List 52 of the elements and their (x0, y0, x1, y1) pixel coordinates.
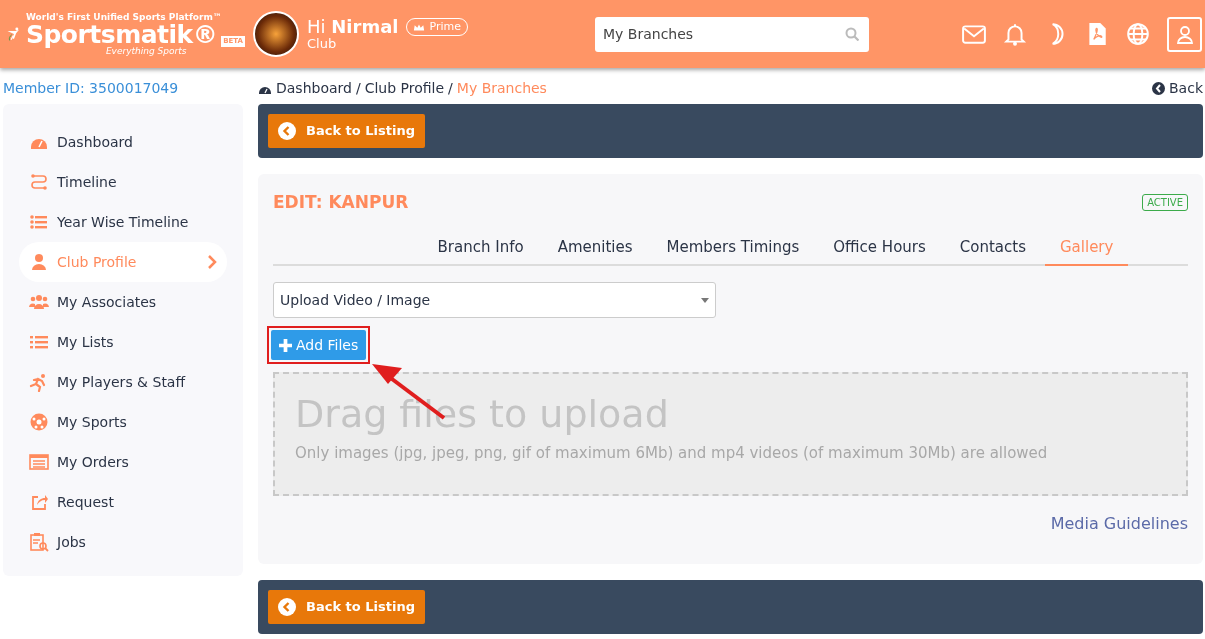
edit-title: EDIT: KANPUR (273, 191, 409, 214)
greeting: Hi Nirmal (307, 16, 399, 37)
logo-slogan: Everything Sports (105, 46, 187, 56)
user-profile-button[interactable] (1167, 16, 1202, 52)
users-icon (29, 292, 49, 312)
breadcrumb-link[interactable]: Club Profile (364, 77, 445, 99)
breadcrumb-separator: / (355, 78, 361, 98)
status-badge: ACTIVE (1142, 194, 1188, 212)
sidebar-item[interactable]: My Lists (19, 322, 227, 362)
user-icon (29, 252, 49, 272)
sidebar-item[interactable]: Jobs (19, 522, 227, 562)
chevron-right-icon (207, 254, 217, 270)
back-link[interactable]: Back (1152, 77, 1203, 99)
breadcrumb-separator: / (448, 78, 453, 98)
sidebar-item[interactable]: My Orders (19, 442, 227, 482)
tab[interactable]: Branch Info (422, 231, 539, 264)
tab[interactable]: Contacts (944, 231, 1041, 264)
sidebar-item[interactable]: Timeline (19, 162, 227, 202)
logo-brand: Sportsmatik® (25, 21, 218, 47)
receipt-list-icon (29, 452, 49, 472)
bell-icon (1003, 22, 1027, 46)
route-icon (29, 172, 49, 192)
back-circle-icon (278, 598, 296, 616)
tab[interactable]: Amenities (542, 231, 648, 264)
sidebar-item[interactable]: Dashboard (19, 122, 227, 162)
tab[interactable]: Office Hours (818, 231, 941, 264)
member-id: Member ID: 3500017049 (3, 79, 180, 98)
sidebar-item[interactable]: My Associates (19, 282, 227, 322)
search-field[interactable]: My Branches (595, 16, 869, 52)
media-guidelines-link[interactable]: Media Guidelines (1050, 514, 1188, 533)
dropzone-hint: Only images (jpg, jpeg, png, gif of maximum 6Mb) and mp4 videos (of maximum 30Mb) are allowed (295, 442, 1049, 464)
ball-icon (29, 412, 49, 432)
upload-type-select[interactable]: Upload Video / Image (273, 282, 716, 318)
tab[interactable]: Members Timings (651, 231, 815, 264)
globe-icon (1126, 22, 1150, 46)
avatar-photo-placeholder (253, 11, 299, 57)
clipboard-search-icon (29, 532, 49, 552)
user-role: Club (307, 36, 338, 52)
mail-icon (962, 22, 986, 46)
sidebar-item[interactable]: My Sports (19, 402, 227, 442)
sidebar-item[interactable]: My Players & Staff (19, 362, 227, 402)
logo-tagline: World's First Unified Sports Platform™ (25, 12, 223, 22)
plus-icon (279, 338, 292, 352)
back-circle-icon (1152, 81, 1165, 95)
breadcrumb-link[interactable]: Dashboard (276, 77, 352, 99)
caret-down-icon (701, 297, 709, 303)
sidebar-item[interactable]: Request (19, 482, 227, 522)
back-circle-icon (278, 122, 296, 140)
list-icon (29, 212, 49, 232)
search-icon (845, 26, 859, 41)
user-icon (1174, 23, 1195, 45)
sidebar-item[interactable]: Year Wise Timeline (19, 202, 227, 242)
